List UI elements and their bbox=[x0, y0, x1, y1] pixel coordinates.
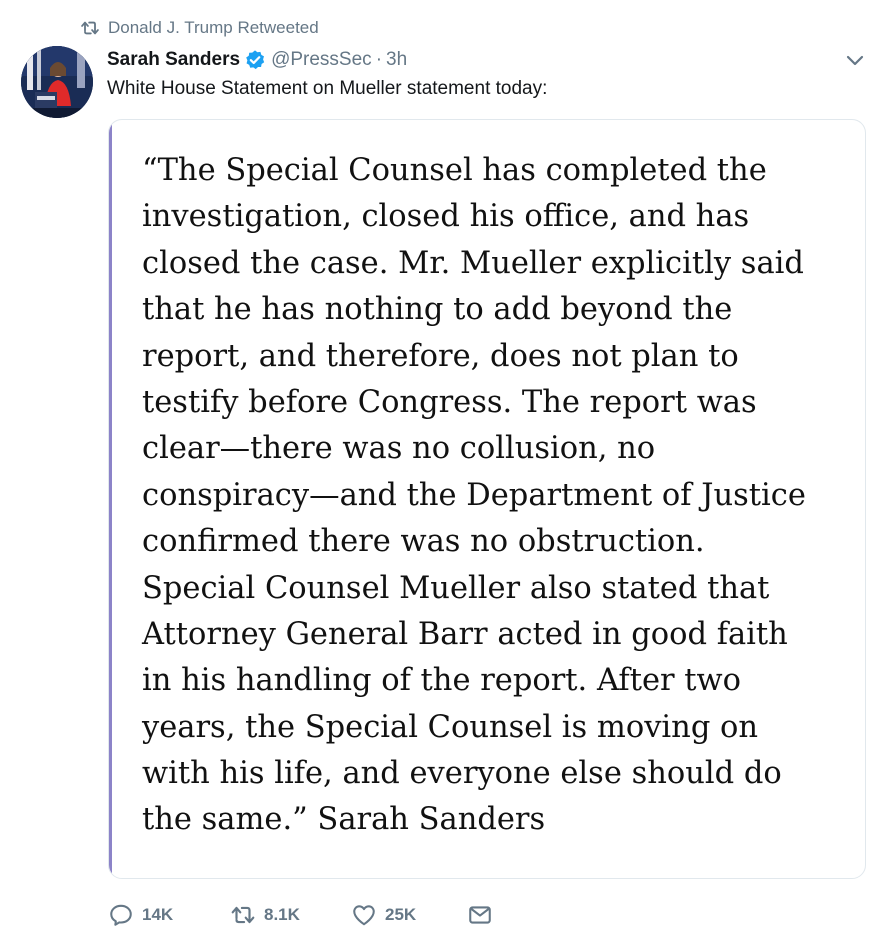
statement-line: conspiracy—and the Department of Justice bbox=[142, 477, 806, 513]
statement-line: “The Special Counsel has completed the bbox=[142, 153, 767, 188]
tweet-actions: 14K 8.1K 25K bbox=[108, 900, 501, 930]
tweet-header: Sarah Sanders @PressSec · 3h bbox=[107, 46, 407, 74]
statement-text: “The Special Counsel has completed the i… bbox=[142, 148, 842, 844]
verified-badge-icon bbox=[244, 49, 266, 71]
statement-line: testify before Congress. The report was bbox=[142, 384, 757, 420]
statement-line: Attorney General Barr acted in good fait… bbox=[142, 616, 788, 652]
reply-count: 14K bbox=[142, 905, 174, 924]
retweet-icon bbox=[230, 902, 256, 928]
envelope-icon bbox=[467, 902, 493, 928]
statement-line: report, and therefore, does not plan to bbox=[142, 338, 739, 374]
statement-accent-bar bbox=[109, 120, 112, 878]
statement-line: confirmed there was no obstruction. bbox=[142, 524, 705, 560]
header-separator: · bbox=[375, 49, 383, 70]
tweet-menu-button[interactable] bbox=[843, 50, 867, 74]
retweet-icon bbox=[80, 18, 100, 38]
like-button[interactable]: 25K bbox=[351, 902, 467, 928]
retweet-context-label: Donald J. Trump Retweeted bbox=[108, 18, 319, 37]
avatar-image bbox=[21, 46, 93, 118]
retweet-button[interactable]: 8.1K bbox=[230, 902, 351, 928]
reply-button[interactable]: 14K bbox=[108, 902, 230, 928]
tweet-timestamp[interactable]: 3h bbox=[386, 49, 407, 71]
statement-line: the same.” Sarah Sanders bbox=[142, 802, 546, 838]
statement-line: clear—there was no collusion, no bbox=[142, 431, 656, 467]
author-display-name[interactable]: Sarah Sanders bbox=[107, 49, 240, 71]
statement-line: in his handling of the report. After two bbox=[142, 663, 742, 699]
statement-line: with his life, and everyone else should … bbox=[142, 756, 782, 792]
avatar[interactable] bbox=[21, 46, 93, 118]
retweet-context[interactable]: Donald J. Trump Retweeted bbox=[80, 16, 319, 40]
tweet[interactable]: Donald J. Trump Retweeted Sarah Sanders … bbox=[0, 0, 892, 936]
statement-line: investigation, closed his office, and ha… bbox=[142, 199, 750, 235]
statement-line: Special Counsel Mueller also stated that bbox=[142, 570, 770, 606]
tweet-text: White House Statement on Mueller stateme… bbox=[107, 78, 548, 99]
direct-message-button[interactable] bbox=[467, 902, 501, 928]
retweet-count: 8.1K bbox=[264, 905, 300, 924]
statement-line: closed the case. Mr. Mueller explicitly … bbox=[142, 245, 804, 281]
chevron-down-icon bbox=[845, 50, 865, 75]
heart-icon bbox=[351, 902, 377, 928]
statement-image-card[interactable]: “The Special Counsel has completed the i… bbox=[108, 119, 866, 879]
statement-line: that he has nothing to add beyond the bbox=[142, 292, 733, 328]
like-count: 25K bbox=[385, 905, 417, 924]
statement-line: years, the Special Counsel is moving on bbox=[142, 709, 759, 745]
author-handle[interactable]: @PressSec bbox=[271, 49, 372, 71]
reply-icon bbox=[108, 902, 134, 928]
